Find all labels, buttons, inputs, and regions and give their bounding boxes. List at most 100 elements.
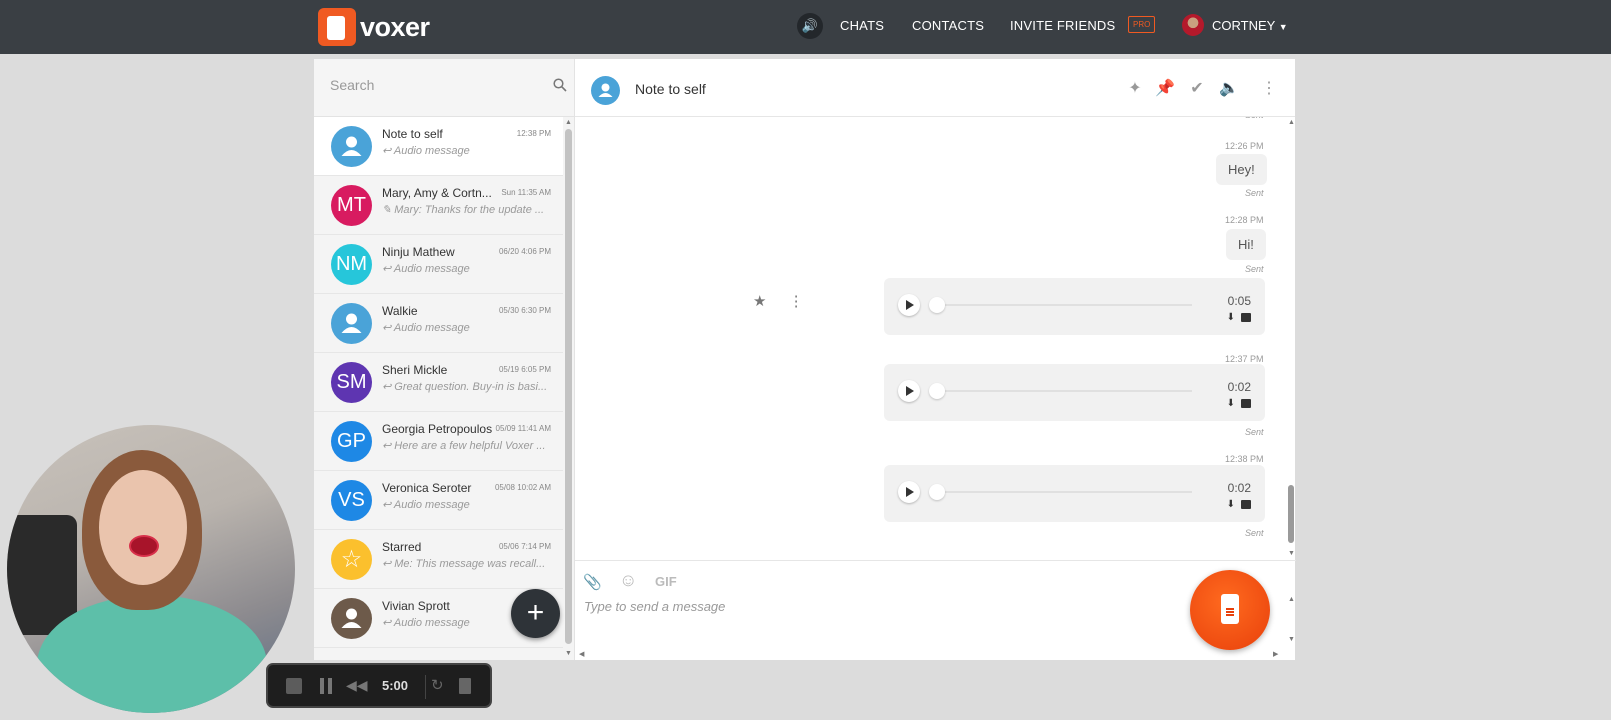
scroll-up-arrow[interactable]: ▲	[1288, 596, 1295, 603]
message-bubble[interactable]: Hey!	[1216, 154, 1267, 185]
message-status: Sent	[1245, 427, 1264, 437]
message-status: Sent	[1245, 264, 1264, 274]
search-bar	[314, 59, 574, 117]
nav-contacts[interactable]: CONTACTS	[912, 18, 984, 33]
message-text: Hey!	[1228, 162, 1255, 177]
conversation-item[interactable]: Walkie 05/30 6:30 PM ↩ Audio message	[314, 294, 563, 353]
play-button[interactable]	[898, 481, 920, 503]
message-status: Sent	[1245, 117, 1264, 120]
scroll-up-arrow[interactable]: ▲	[1288, 119, 1295, 126]
voxer-logo[interactable]: voxer	[318, 7, 430, 47]
conversation-time: 05/08 10:02 AM	[494, 483, 551, 492]
volume-icon[interactable]: 🔈	[1219, 79, 1239, 99]
recording-controls: ◀◀ 5:00 ↻	[266, 663, 492, 708]
audio-progress-knob[interactable]	[929, 383, 945, 399]
conversation-name: Georgia Petropoulos	[382, 422, 493, 436]
conversation-time: 05/30 6:30 PM	[498, 306, 551, 315]
conversation-item[interactable]: SM Sheri Mickle 05/19 6:05 PM ↩ Great quest…	[314, 353, 563, 412]
conversation-time: Sun 11:35 AM	[501, 188, 551, 197]
dropbox-icon[interactable]	[1241, 399, 1251, 408]
speaker-icon[interactable]: 🔊	[797, 13, 823, 39]
avatar-initials: NM	[335, 253, 368, 275]
audio-progress-track[interactable]	[932, 304, 1192, 306]
search-icon[interactable]	[553, 78, 567, 92]
recording-time: 5:00	[382, 678, 409, 693]
paperclip-icon[interactable]: 📎	[583, 573, 602, 591]
conversation-item[interactable]: MT Mary, Amy & Cortn... Sun 11:35 AM ✎ Mary…	[314, 176, 563, 235]
emoji-icon[interactable]: ☺	[619, 570, 637, 591]
conversation-time: 05/09 11:41 AM	[495, 424, 551, 433]
conversation-preview: ↩ Audio message	[382, 145, 470, 157]
nav-invite-friends[interactable]: INVITE FRIENDS	[1010, 18, 1115, 33]
audio-duration: 0:02	[1227, 481, 1251, 495]
pin-icon[interactable]: 📌	[1155, 79, 1175, 99]
avatar-initials: GP	[337, 430, 366, 452]
audio-message: 0:02 ⬇	[884, 364, 1265, 421]
audio-progress-track[interactable]	[932, 390, 1192, 392]
sidebar-scroll-thumb[interactable]	[565, 129, 572, 644]
chat-avatar[interactable]	[591, 76, 620, 105]
message-list: Sent 12:26 PM Hey! Sent 12:28 PM Hi! Sen…	[575, 117, 1285, 557]
conversation-list: Note to self 12:38 PM ↩ Audio message MT Mar…	[314, 117, 563, 660]
dropbox-icon[interactable]	[1241, 313, 1251, 322]
trash-icon[interactable]	[459, 678, 471, 694]
user-menu[interactable]: CORTNEY ▼	[1212, 18, 1288, 33]
stop-icon[interactable]	[286, 678, 302, 694]
scroll-down-arrow[interactable]: ▼	[1288, 550, 1295, 557]
more-vert-icon[interactable]: ⋮	[789, 293, 804, 310]
conversation-preview: ✎ Mary: Thanks for the update ...	[382, 204, 545, 216]
message-text: Hi!	[1238, 237, 1254, 252]
scroll-up-arrow[interactable]: ▲	[565, 119, 572, 126]
chat-scroll-thumb[interactable]	[1288, 485, 1294, 543]
search-input[interactable]	[330, 77, 550, 93]
conversation-sidebar: Note to self 12:38 PM ↩ Audio message MT Mar…	[314, 59, 574, 660]
conversation-name: Mary, Amy & Cortn...	[382, 186, 492, 200]
new-conversation-button[interactable]: +	[511, 589, 560, 638]
dropbox-icon[interactable]	[1241, 500, 1251, 509]
restart-icon[interactable]: ↻	[431, 676, 444, 694]
audio-progress-knob[interactable]	[929, 484, 945, 500]
gif-button[interactable]: GIF	[655, 574, 677, 589]
person-icon	[341, 136, 362, 156]
message-bubble[interactable]: Hi!	[1226, 229, 1266, 260]
star-icon[interactable]: ★	[753, 293, 766, 310]
more-vert-icon[interactable]: ⋮	[1259, 79, 1279, 99]
download-icon[interactable]: ⬇	[1227, 312, 1235, 323]
audio-message: 0:02 ⬇	[884, 465, 1265, 522]
conversation-name: Walkie	[382, 304, 418, 318]
message-input[interactable]	[584, 599, 1144, 614]
scroll-left-arrow[interactable]: ◀	[579, 650, 584, 658]
webcam-face	[99, 470, 187, 585]
pause-icon[interactable]	[320, 678, 332, 694]
scroll-right-arrow[interactable]: ▶	[1273, 650, 1278, 658]
conversation-item[interactable]: Note to self 12:38 PM ↩ Audio message	[314, 117, 563, 176]
avatar-initials: SM	[336, 371, 367, 393]
conversation-name: Sheri Mickle	[382, 363, 448, 377]
play-button[interactable]	[898, 294, 920, 316]
scroll-down-arrow[interactable]: ▼	[1288, 636, 1295, 643]
scroll-down-arrow[interactable]: ▼	[565, 650, 572, 657]
audio-progress-track[interactable]	[932, 491, 1192, 493]
message-time: 12:28 PM	[1225, 215, 1264, 225]
conversation-item[interactable]: VS Veronica Seroter 05/08 10:02 AM ↩ Audio …	[314, 471, 563, 530]
message-status: Sent	[1245, 188, 1264, 198]
pro-badge[interactable]: PRO	[1128, 16, 1156, 33]
sparkle-icon[interactable]: ✦	[1125, 79, 1145, 99]
download-icon[interactable]: ⬇	[1227, 398, 1235, 409]
user-avatar[interactable]	[1182, 14, 1204, 36]
check-icon[interactable]: ✔	[1187, 79, 1207, 99]
rewind-icon[interactable]: ◀◀	[346, 677, 368, 694]
nav-chats[interactable]: CHATS	[840, 18, 884, 33]
audio-duration: 0:02	[1227, 380, 1251, 394]
conversation-item[interactable]: ☆ Starred 05/06 7:14 PM ↩ Me: This message …	[314, 530, 563, 589]
conversation-time: 05/19 6:05 PM	[498, 365, 551, 374]
conversation-avatar: VS	[331, 480, 372, 521]
conversation-avatar	[331, 598, 372, 639]
conversation-item[interactable]: NM Ninju Mathew 06/20 4:06 PM ↩ Audio messa…	[314, 235, 563, 294]
audio-progress-knob[interactable]	[929, 297, 945, 313]
download-icon[interactable]: ⬇	[1227, 499, 1235, 510]
walkie-talkie-icon[interactable]	[1190, 570, 1270, 650]
conversation-item[interactable]: GP Georgia Petropoulos 05/09 11:41 AM ↩ Her…	[314, 412, 563, 471]
play-button[interactable]	[898, 380, 920, 402]
conversation-name: Starred	[382, 540, 422, 554]
